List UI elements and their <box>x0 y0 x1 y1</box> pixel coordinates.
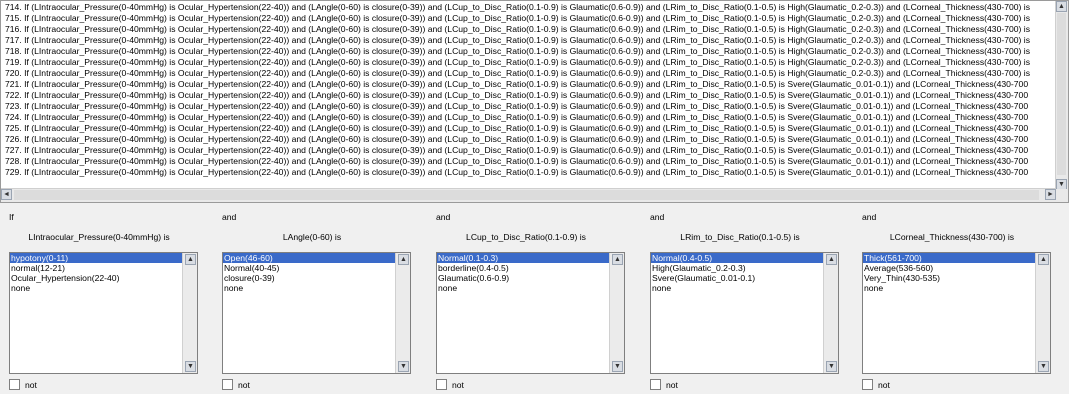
antecedent-column: and LCup_to_Disc_Ratio(0.1-0.9) is Normal(… <box>436 204 646 394</box>
scroll-right-icon[interactable]: ► <box>1045 189 1056 200</box>
listbox-option[interactable]: Normal(0.4-0.5) <box>651 253 824 263</box>
rule-line[interactable]: 722. If (LIntraocular_Pressure(0-40mmHg)… <box>5 90 1055 101</box>
listbox-option[interactable]: Svere(Glaumatic_0.01-0.1) <box>651 273 824 283</box>
rule-line[interactable]: 714. If (LIntraocular_Pressure(0-40mmHg)… <box>5 2 1055 13</box>
rule-line[interactable]: 721. If (LIntraocular_Pressure(0-40mmHg)… <box>5 79 1055 90</box>
conjunction-label: If <box>9 212 14 222</box>
rules-list[interactable]: 714. If (LIntraocular_Pressure(0-40mmHg)… <box>5 2 1055 188</box>
listbox-option[interactable]: none <box>10 283 183 293</box>
listbox-option[interactable]: none <box>863 283 1036 293</box>
scroll-up-icon[interactable]: ▲ <box>185 254 196 265</box>
listbox-scrollbar[interactable]: ▲ ▼ <box>1035 253 1050 373</box>
rule-line[interactable]: 715. If (LIntraocular_Pressure(0-40mmHg)… <box>5 13 1055 24</box>
variable-label: LIntraocular_Pressure(0-40mmHg) is <box>28 232 170 242</box>
listbox-option[interactable]: none <box>437 283 610 293</box>
conjunction-label: and <box>650 212 665 222</box>
rule-line[interactable]: 728. If (LIntraocular_Pressure(0-40mmHg)… <box>5 156 1055 167</box>
rule-line[interactable]: 727. If (LIntraocular_Pressure(0-40mmHg)… <box>5 145 1055 156</box>
variable-label: LAngle(0-60) is <box>282 232 342 242</box>
variable-label: LRim_to_Disc_Ratio(0.1-0.5) is <box>680 232 800 242</box>
listbox-option[interactable]: Normal(40-45) <box>223 263 396 273</box>
rule-line[interactable]: 726. If (LIntraocular_Pressure(0-40mmHg)… <box>5 134 1055 145</box>
listbox-option[interactable]: Thick(561-700) <box>863 253 1036 263</box>
rules-pane: 714. If (LIntraocular_Pressure(0-40mmHg)… <box>0 0 1069 203</box>
rule-line[interactable]: 724. If (LIntraocular_Pressure(0-40mmHg)… <box>5 112 1055 123</box>
rule-line[interactable]: 718. If (LIntraocular_Pressure(0-40mmHg)… <box>5 46 1055 57</box>
not-checkbox[interactable] <box>436 379 447 390</box>
listbox-option[interactable]: Ocular_Hypertension(22-40) <box>10 273 183 283</box>
not-label: not <box>238 380 250 390</box>
rule-line[interactable]: 720. If (LIntraocular_Pressure(0-40mmHg)… <box>5 68 1055 79</box>
listbox-option[interactable]: borderline(0.4-0.5) <box>437 263 610 273</box>
listbox-option[interactable]: normal(12-21) <box>10 263 183 273</box>
rule-line[interactable]: 729. If (LIntraocular_Pressure(0-40mmHg)… <box>5 167 1055 178</box>
listbox-option[interactable]: Normal(0.1-0.3) <box>437 253 610 263</box>
scroll-up-icon[interactable]: ▲ <box>1038 254 1049 265</box>
not-label: not <box>25 380 37 390</box>
scroll-corner <box>1056 189 1068 202</box>
not-checkbox[interactable] <box>222 379 233 390</box>
not-checkbox[interactable] <box>862 379 873 390</box>
variable-label: LCorneal_Thickness(430-700) is <box>889 232 1015 242</box>
rules-horizontal-thumb[interactable] <box>14 190 1039 200</box>
not-label: not <box>878 380 890 390</box>
conjunction-label: and <box>222 212 237 222</box>
listbox-option[interactable]: Glaumatic(0.6-0.9) <box>437 273 610 283</box>
listbox-scrollbar[interactable]: ▲ ▼ <box>395 253 410 373</box>
conjunction-label: and <box>862 212 877 222</box>
variable-label: LCup_to_Disc_Ratio(0.1-0.9) is <box>466 232 586 242</box>
listbox-option[interactable]: closure(0-39) <box>223 273 396 283</box>
rule-line[interactable]: 717. If (LIntraocular_Pressure(0-40mmHg)… <box>5 35 1055 46</box>
scroll-up-icon[interactable]: ▲ <box>1056 1 1067 12</box>
scroll-up-icon[interactable]: ▲ <box>398 254 409 265</box>
listbox-option[interactable]: Very_Thin(430-535) <box>863 273 1036 283</box>
scroll-up-icon[interactable]: ▲ <box>612 254 623 265</box>
not-label: not <box>666 380 678 390</box>
listbox-option[interactable]: Open(46-60) <box>223 253 396 263</box>
listbox-scrollbar[interactable]: ▲ ▼ <box>609 253 624 373</box>
rules-vertical-scrollbar[interactable]: ▲ ▼ <box>1055 1 1068 190</box>
scroll-down-icon[interactable]: ▼ <box>185 361 196 372</box>
conjunction-label: and <box>436 212 451 222</box>
listbox-scrollbar[interactable]: ▲ ▼ <box>182 253 197 373</box>
scroll-up-icon[interactable]: ▲ <box>826 254 837 265</box>
not-label: not <box>452 380 464 390</box>
membership-listbox[interactable]: Open(46-60) Normal(40-45) closure(0-39) non… <box>222 252 411 374</box>
not-checkbox[interactable] <box>9 379 20 390</box>
listbox-option[interactable]: none <box>223 283 396 293</box>
listbox-option[interactable]: hypotony(0-11) <box>10 253 183 263</box>
antecedent-column: If LIntraocular_Pressure(0-40mmHg) is hypo… <box>9 204 219 394</box>
listbox-option[interactable]: Average(536-560) <box>863 263 1036 273</box>
listbox-option[interactable]: High(Glaumatic_0.2-0.3) <box>651 263 824 273</box>
membership-listbox[interactable]: Normal(0.1-0.3) borderline(0.4-0.5) Glauma… <box>436 252 625 374</box>
scroll-down-icon[interactable]: ▼ <box>826 361 837 372</box>
membership-listbox[interactable]: hypotony(0-11) normal(12-21) Ocular_Hypert… <box>9 252 198 374</box>
rule-line[interactable]: 719. If (LIntraocular_Pressure(0-40mmHg)… <box>5 57 1055 68</box>
rule-line[interactable]: 716. If (LIntraocular_Pressure(0-40mmHg)… <box>5 24 1055 35</box>
membership-listbox[interactable]: Normal(0.4-0.5) High(Glaumatic_0.2-0.3) Sv… <box>650 252 839 374</box>
rule-line[interactable]: 725. If (LIntraocular_Pressure(0-40mmHg)… <box>5 123 1055 134</box>
scroll-down-icon[interactable]: ▼ <box>1038 361 1049 372</box>
listbox-scrollbar[interactable]: ▲ ▼ <box>823 253 838 373</box>
antecedent-column: and LRim_to_Disc_Ratio(0.1-0.5) is Normal(… <box>650 204 860 394</box>
antecedent-column: and LCorneal_Thickness(430-700) is Thick(5… <box>862 204 1069 394</box>
membership-listbox[interactable]: Thick(561-700) Average(536-560) Very_Thin(… <box>862 252 1051 374</box>
antecedent-column: and LAngle(0-60) is Open(46-60) Normal(40-4… <box>222 204 432 394</box>
scroll-down-icon[interactable]: ▼ <box>612 361 623 372</box>
not-checkbox[interactable] <box>650 379 661 390</box>
listbox-option[interactable]: none <box>651 283 824 293</box>
scroll-down-icon[interactable]: ▼ <box>398 361 409 372</box>
rules-horizontal-scrollbar[interactable]: ◄ ► <box>1 188 1056 202</box>
scroll-left-icon[interactable]: ◄ <box>1 189 12 200</box>
rule-line[interactable]: 723. If (LIntraocular_Pressure(0-40mmHg)… <box>5 101 1055 112</box>
rules-vertical-thumb[interactable] <box>1057 13 1066 175</box>
